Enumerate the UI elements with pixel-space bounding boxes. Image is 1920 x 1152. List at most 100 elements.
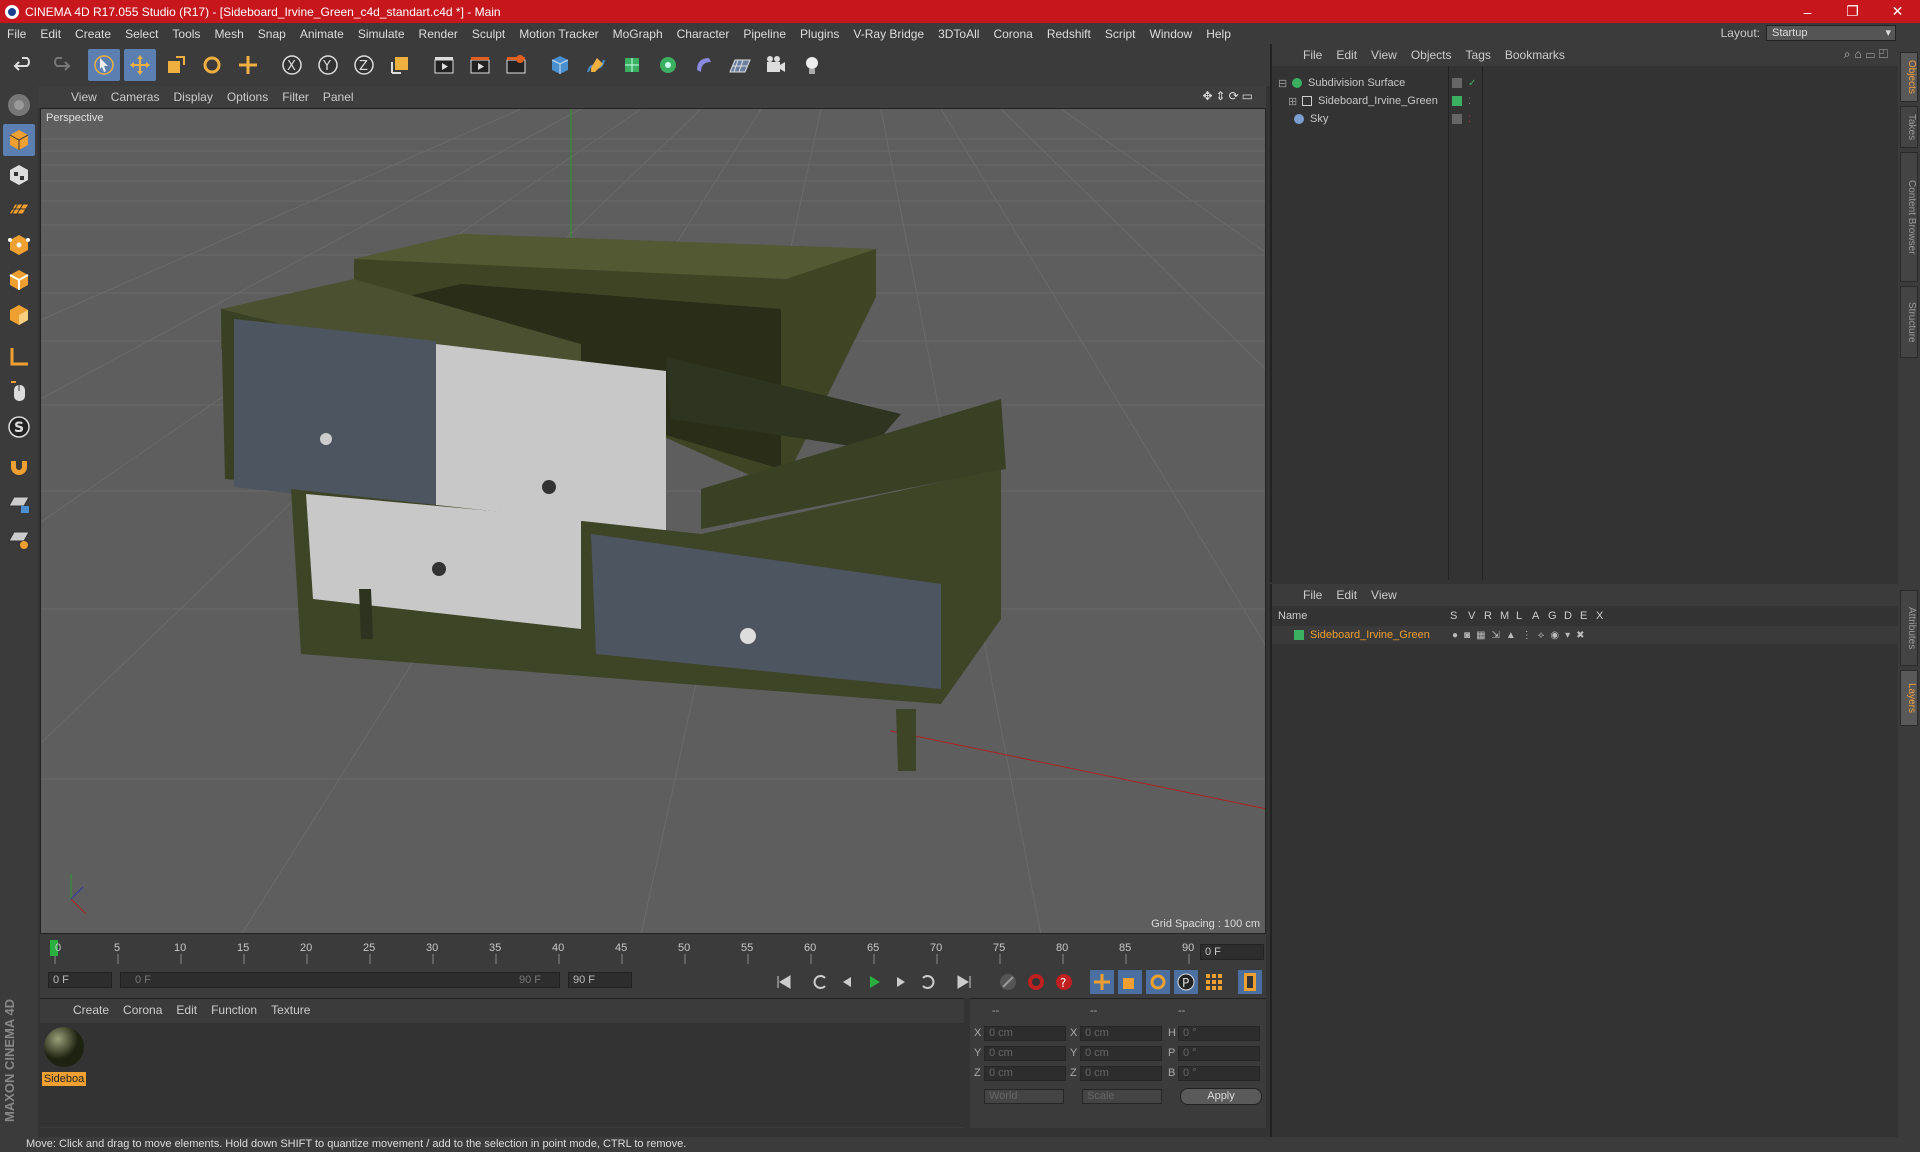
edges-mode-button[interactable] bbox=[3, 264, 35, 296]
axis-mode-button[interactable] bbox=[3, 341, 35, 373]
pos-y-field[interactable]: 0 cm bbox=[984, 1046, 1066, 1061]
menu-vray-bridge[interactable]: V-Ray Bridge bbox=[846, 27, 931, 41]
pos-x-field[interactable]: 0 cm bbox=[984, 1026, 1066, 1041]
pos-z-field[interactable]: 0 cm bbox=[984, 1066, 1066, 1081]
key-position-button[interactable] bbox=[1090, 970, 1114, 994]
object-row-subdivision[interactable]: ⊟ Subdivision Surface ✓ bbox=[1272, 74, 1898, 92]
end-frame-field[interactable]: 90 F bbox=[568, 972, 632, 988]
visibility-dots-icon[interactable]: ⁚ bbox=[1468, 96, 1471, 107]
om-menu-bookmarks[interactable]: Bookmarks bbox=[1498, 48, 1572, 62]
tweak-mode-button[interactable] bbox=[3, 376, 35, 408]
current-frame-field[interactable]: 0 F bbox=[1200, 944, 1264, 960]
menu-corona[interactable]: Corona bbox=[986, 27, 1039, 41]
menu-help[interactable]: Help bbox=[1199, 27, 1238, 41]
menu-mesh[interactable]: Mesh bbox=[207, 27, 250, 41]
play-button[interactable] bbox=[862, 970, 886, 994]
add-mograph-button[interactable] bbox=[652, 49, 684, 81]
rot-b-field[interactable]: 0 ° bbox=[1178, 1066, 1260, 1081]
visibility-dots-icon[interactable]: ⁚ bbox=[1468, 114, 1471, 125]
prev-keyframe-button[interactable] bbox=[808, 970, 832, 994]
layer-tag-icon[interactable] bbox=[1452, 114, 1462, 124]
mat-menu-create[interactable]: Create bbox=[66, 1003, 116, 1017]
menu-mograph[interactable]: MoGraph bbox=[606, 27, 670, 41]
size-mode-dropdown[interactable]: Scale bbox=[1082, 1089, 1162, 1104]
lock-workplane-button[interactable] bbox=[3, 488, 35, 520]
x-axis-lock-button[interactable]: X bbox=[276, 49, 308, 81]
apply-button[interactable]: Apply bbox=[1180, 1088, 1262, 1105]
om-search-home-icons[interactable]: ⌕⌂▭◰ bbox=[1844, 47, 1892, 62]
om-menu-edit[interactable]: Edit bbox=[1329, 48, 1364, 62]
menu-sculpt[interactable]: Sculpt bbox=[465, 27, 512, 41]
z-axis-lock-button[interactable]: Z bbox=[348, 49, 380, 81]
size-y-field[interactable]: 0 cm bbox=[1080, 1046, 1162, 1061]
menu-motion-tracker[interactable]: Motion Tracker bbox=[512, 27, 605, 41]
next-keyframe-button[interactable] bbox=[916, 970, 940, 994]
object-row-sideboard[interactable]: ⊞ Sideboard_Irvine_Green ⁚ bbox=[1272, 92, 1898, 110]
menu-window[interactable]: Window bbox=[1143, 27, 1200, 41]
layer-color-swatch[interactable] bbox=[1294, 630, 1304, 640]
menu-character[interactable]: Character bbox=[670, 27, 737, 41]
timeline-ruler[interactable]: 0 5 10 15 20 25 30 35 40 45 50 55 60 65 … bbox=[40, 934, 1266, 964]
vp-menu-cameras[interactable]: Cameras bbox=[104, 90, 167, 104]
tab-takes[interactable]: Takes bbox=[1900, 106, 1918, 148]
layer-name[interactable]: Sideboard_Irvine_Green bbox=[1310, 629, 1430, 641]
vp-menu-filter[interactable]: Filter bbox=[275, 90, 316, 104]
redo-button[interactable] bbox=[44, 49, 76, 81]
y-axis-lock-button[interactable]: Y bbox=[312, 49, 344, 81]
layer-row[interactable]: Sideboard_Irvine_Green ●◙▦⇲▲⋮⟡◉▾✖ bbox=[1272, 626, 1898, 644]
om-menu-file[interactable]: File bbox=[1296, 48, 1329, 62]
expand-icon[interactable]: ⊟ bbox=[1278, 77, 1288, 90]
prev-frame-button[interactable] bbox=[835, 970, 859, 994]
layer-color-icon[interactable] bbox=[1452, 96, 1462, 106]
tab-attributes[interactable]: Attributes bbox=[1900, 590, 1918, 666]
transform-tool-button[interactable] bbox=[232, 49, 264, 81]
om-menu-objects[interactable]: Objects bbox=[1404, 48, 1459, 62]
tab-structure[interactable]: Structure bbox=[1900, 286, 1918, 358]
live-selection-button[interactable] bbox=[88, 49, 120, 81]
vp-menu-options[interactable]: Options bbox=[220, 90, 275, 104]
om-menu-tags[interactable]: Tags bbox=[1459, 48, 1498, 62]
render-view-button[interactable] bbox=[428, 49, 460, 81]
timeline-window-button[interactable] bbox=[1238, 970, 1262, 994]
menu-animate[interactable]: Animate bbox=[293, 27, 351, 41]
menu-create[interactable]: Create bbox=[68, 27, 118, 41]
rot-h-field[interactable]: 0 ° bbox=[1178, 1026, 1260, 1041]
restore-button[interactable]: ❐ bbox=[1830, 3, 1875, 20]
coordinate-system-button[interactable] bbox=[384, 49, 416, 81]
object-row-sky[interactable]: Sky ⁚ bbox=[1272, 110, 1898, 128]
render-picture-viewer-button[interactable] bbox=[464, 49, 496, 81]
mat-menu-function[interactable]: Function bbox=[204, 1003, 264, 1017]
model-mode-button[interactable] bbox=[3, 124, 35, 156]
add-deformer-button[interactable] bbox=[688, 49, 720, 81]
key-rotation-button[interactable] bbox=[1146, 970, 1170, 994]
go-to-end-button[interactable] bbox=[952, 970, 976, 994]
size-z-field[interactable]: 0 cm bbox=[1080, 1066, 1162, 1081]
record-motion-button[interactable] bbox=[996, 970, 1020, 994]
viewport-nav-icons[interactable]: ✥⇕⟳▭ bbox=[1202, 89, 1256, 103]
mat-menu-edit[interactable]: Edit bbox=[169, 1003, 204, 1017]
add-nurbs-button[interactable] bbox=[616, 49, 648, 81]
solo-mode-button[interactable]: S bbox=[3, 411, 35, 443]
add-floor-button[interactable] bbox=[724, 49, 756, 81]
layer-flag-icons[interactable]: ●◙▦⇲▲⋮⟡◉▾✖ bbox=[1452, 630, 1591, 641]
menu-edit[interactable]: Edit bbox=[33, 27, 68, 41]
undo-button[interactable] bbox=[8, 49, 40, 81]
polygons-mode-button[interactable] bbox=[3, 299, 35, 331]
key-pla-button[interactable] bbox=[1202, 970, 1226, 994]
move-tool-button[interactable] bbox=[124, 49, 156, 81]
menu-file[interactable]: File bbox=[0, 27, 33, 41]
menu-simulate[interactable]: Simulate bbox=[351, 27, 412, 41]
close-button[interactable]: ✕ bbox=[1875, 3, 1920, 20]
menu-tools[interactable]: Tools bbox=[165, 27, 207, 41]
add-cube-button[interactable] bbox=[544, 49, 576, 81]
tab-objects[interactable]: Objects bbox=[1900, 52, 1918, 102]
om-menu-view[interactable]: View bbox=[1364, 48, 1404, 62]
perspective-viewport[interactable] bbox=[40, 108, 1266, 934]
menu-pipeline[interactable]: Pipeline bbox=[736, 27, 793, 41]
vp-menu-display[interactable]: Display bbox=[166, 90, 219, 104]
key-scale-button[interactable] bbox=[1118, 970, 1142, 994]
menu-snap[interactable]: Snap bbox=[251, 27, 293, 41]
points-mode-button[interactable] bbox=[3, 229, 35, 261]
add-spline-button[interactable] bbox=[580, 49, 612, 81]
lm-menu-file[interactable]: File bbox=[1296, 588, 1329, 602]
